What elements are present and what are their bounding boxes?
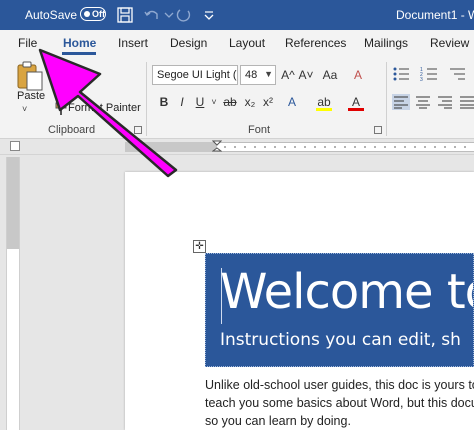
clear-formatting-button[interactable]: A (350, 66, 366, 84)
save-icon[interactable] (116, 6, 134, 24)
autosave-label: AutoSave (25, 8, 78, 22)
justify-icon[interactable] (458, 94, 474, 110)
font-size-combobox[interactable]: 48 ▼ (240, 65, 276, 85)
document-title: Document1 - W (396, 8, 474, 22)
grow-font-button[interactable]: A^ (280, 66, 296, 84)
banner-subtitle: Instructions you can edit, sh (220, 330, 461, 350)
redo-icon[interactable] (174, 6, 192, 24)
tab-home[interactable]: Home (63, 36, 96, 50)
vertical-ruler[interactable] (6, 157, 20, 430)
svg-text:3: 3 (420, 77, 423, 82)
autosave-state: Off (92, 9, 105, 19)
customize-toolbar-icon[interactable] (200, 6, 218, 24)
change-case-button[interactable]: Aa (320, 66, 340, 84)
font-name-value: Segoe UI Light (I (157, 69, 238, 81)
table-move-handle-icon[interactable]: ✛ (193, 240, 206, 253)
bold-button[interactable]: B (156, 93, 172, 111)
body-line: teach you some basics about Word, but th… (205, 396, 474, 410)
bullets-icon[interactable] (392, 66, 410, 82)
active-tab-indicator (62, 52, 96, 55)
font-launcher-icon[interactable] (374, 126, 382, 134)
tab-references[interactable]: References (285, 36, 346, 50)
banner-title: Welcome to (220, 264, 474, 320)
body-line: so you can learn by doing. (205, 414, 351, 428)
tab-insert[interactable]: Insert (118, 36, 148, 50)
multilevel-list-icon[interactable] (448, 66, 466, 82)
title-bar: AutoSave Off Document1 - W (0, 0, 474, 30)
indent-marker-icon[interactable] (212, 140, 222, 154)
body-line: Unlike old-school user guides, this doc … (205, 378, 474, 392)
text-effects-button[interactable]: A (284, 93, 300, 111)
font-group-label: Font (248, 124, 271, 136)
italic-button[interactable]: I (174, 93, 190, 111)
align-left-icon[interactable] (392, 94, 410, 110)
font-size-value: 48 (245, 69, 258, 81)
tab-layout[interactable]: Layout (229, 36, 265, 50)
horizontal-ruler[interactable] (0, 139, 474, 155)
align-center-icon[interactable] (414, 94, 432, 110)
tab-design[interactable]: Design (170, 36, 207, 50)
format-painter-label[interactable]: Format Painter (68, 102, 141, 114)
paste-label[interactable]: Paste (17, 90, 45, 102)
highlight-button[interactable]: ab (316, 93, 332, 111)
subscript-button[interactable]: x₂ (242, 93, 258, 111)
undo-icon[interactable] (143, 6, 161, 24)
underline-dropdown-icon[interactable]: ˅ (206, 93, 222, 111)
cut-icon[interactable] (54, 84, 68, 98)
font-name-combobox[interactable]: Segoe UI Light (I (152, 65, 238, 85)
numbering-icon[interactable]: 1 2 3 (420, 66, 438, 82)
group-separator (146, 62, 147, 136)
group-separator (386, 62, 387, 136)
chevron-down-icon: ▼ (264, 69, 273, 79)
vertical-ruler-margin (7, 157, 19, 249)
ruler-ticks (224, 146, 466, 148)
document-body[interactable]: Unlike old-school user guides, this doc … (205, 376, 474, 430)
superscript-button[interactable]: x² (260, 93, 276, 111)
shrink-font-button[interactable]: A˅ (298, 66, 314, 84)
toggle-knob (84, 11, 90, 17)
tab-review[interactable]: Review (430, 36, 469, 50)
strikethrough-button[interactable]: ab (222, 93, 238, 111)
paste-icon[interactable] (14, 60, 46, 92)
format-painter-icon[interactable] (54, 102, 68, 116)
tab-selector-icon[interactable] (10, 141, 20, 151)
paste-dropdown-icon[interactable]: ˅ (22, 104, 27, 114)
clipboard-launcher-icon[interactable] (134, 126, 142, 134)
align-right-icon[interactable] (436, 94, 454, 110)
tab-mailings[interactable]: Mailings (364, 36, 408, 50)
font-color-button[interactable]: A (348, 93, 364, 111)
clipboard-group-label: Clipboard (48, 124, 96, 136)
ribbon: Paste ˅ Format Painter Clipboard Segoe U… (0, 56, 474, 139)
tab-file[interactable]: File (18, 36, 37, 50)
autosave-toggle[interactable]: Off (80, 7, 106, 21)
welcome-banner[interactable]: Welcome to Instructions you can edit, sh (205, 253, 474, 367)
